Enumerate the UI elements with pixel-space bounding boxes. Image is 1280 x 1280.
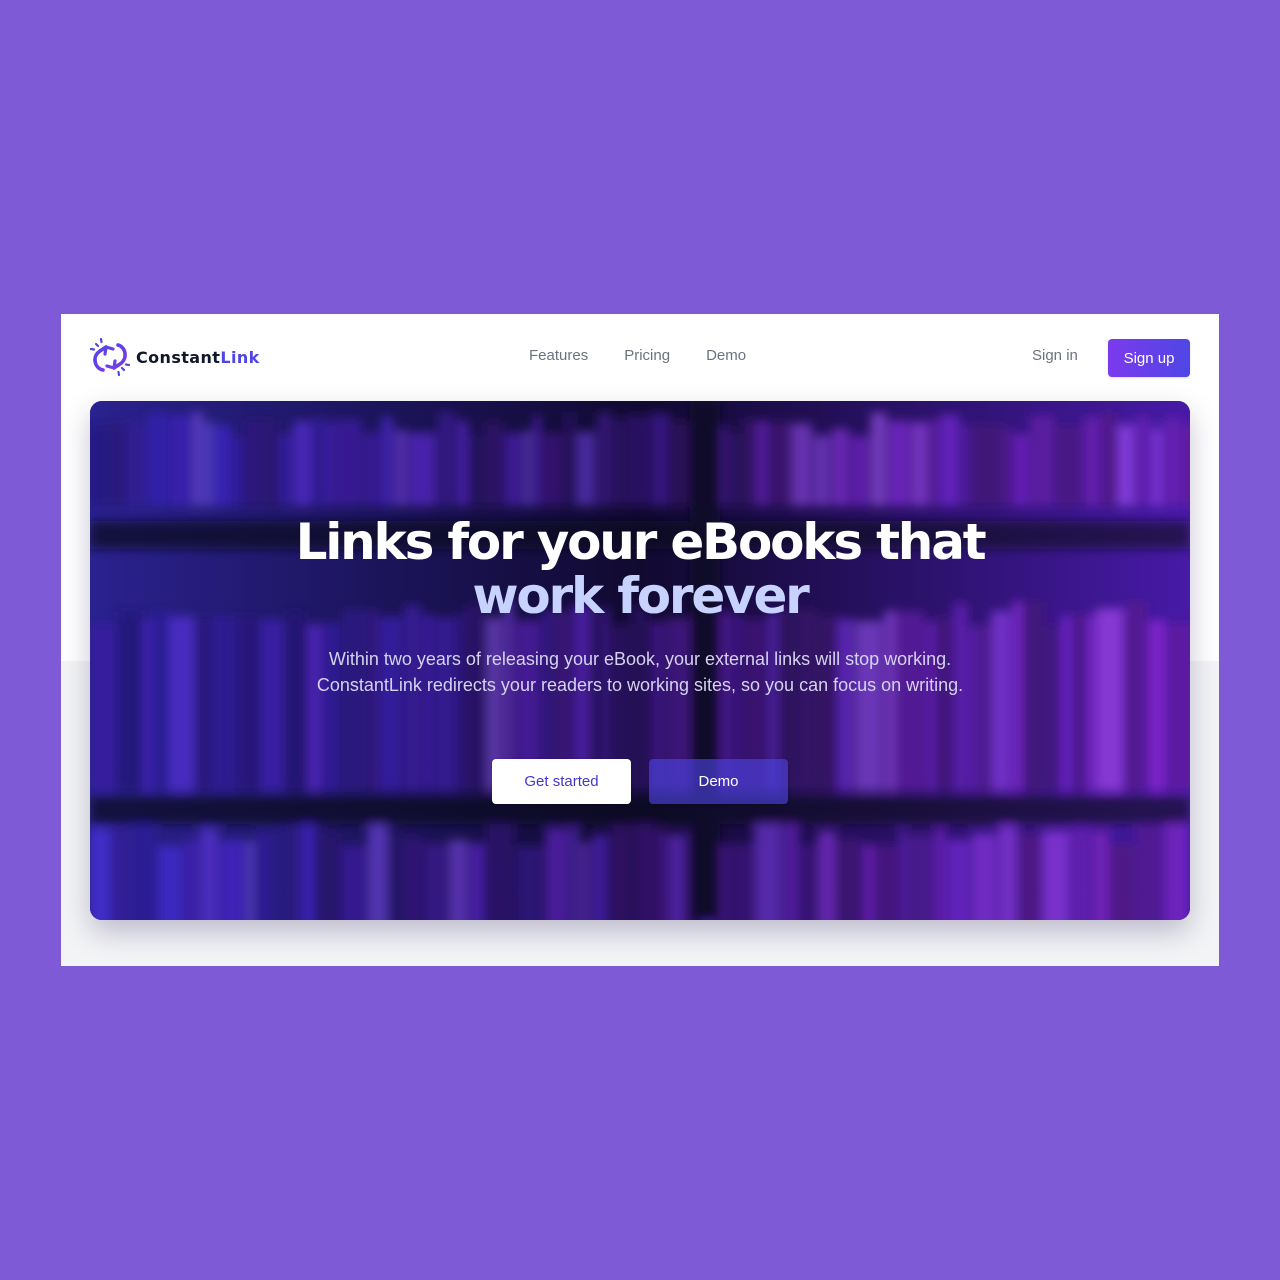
brand-name: ConstantLink [136, 348, 260, 367]
sign-in-link[interactable]: Sign in [1032, 347, 1078, 364]
hero-title-line2: work forever [472, 567, 809, 625]
hero-section: Links for your eBooks that work forever … [90, 401, 1190, 920]
main-nav: Features Pricing Demo [529, 347, 746, 364]
nav-item-pricing[interactable]: Pricing [624, 347, 670, 364]
browser-frame: ConstantLink Features Pricing Demo Sign … [61, 314, 1219, 966]
sign-up-button[interactable]: Sign up [1108, 339, 1190, 377]
link-refresh-icon [89, 337, 131, 377]
site-header: ConstantLink Features Pricing Demo Sign … [61, 314, 1219, 401]
hero-title-line1: Links for your eBooks that [295, 513, 987, 571]
hero-content: Links for your eBooks that work forever … [90, 401, 1190, 920]
nav-item-demo[interactable]: Demo [706, 347, 746, 364]
demo-button[interactable]: Demo [649, 759, 788, 804]
hero-subtitle: Within two years of releasing your eBook… [316, 649, 964, 695]
nav-item-features[interactable]: Features [529, 347, 588, 364]
hero-title: Links for your eBooks that work forever [90, 515, 1190, 623]
brand-name-main: Constant [136, 347, 221, 367]
get-started-button[interactable]: Get started [492, 759, 631, 804]
brand-logo[interactable]: ConstantLink [88, 335, 260, 379]
brand-name-accent: Link [220, 347, 260, 367]
